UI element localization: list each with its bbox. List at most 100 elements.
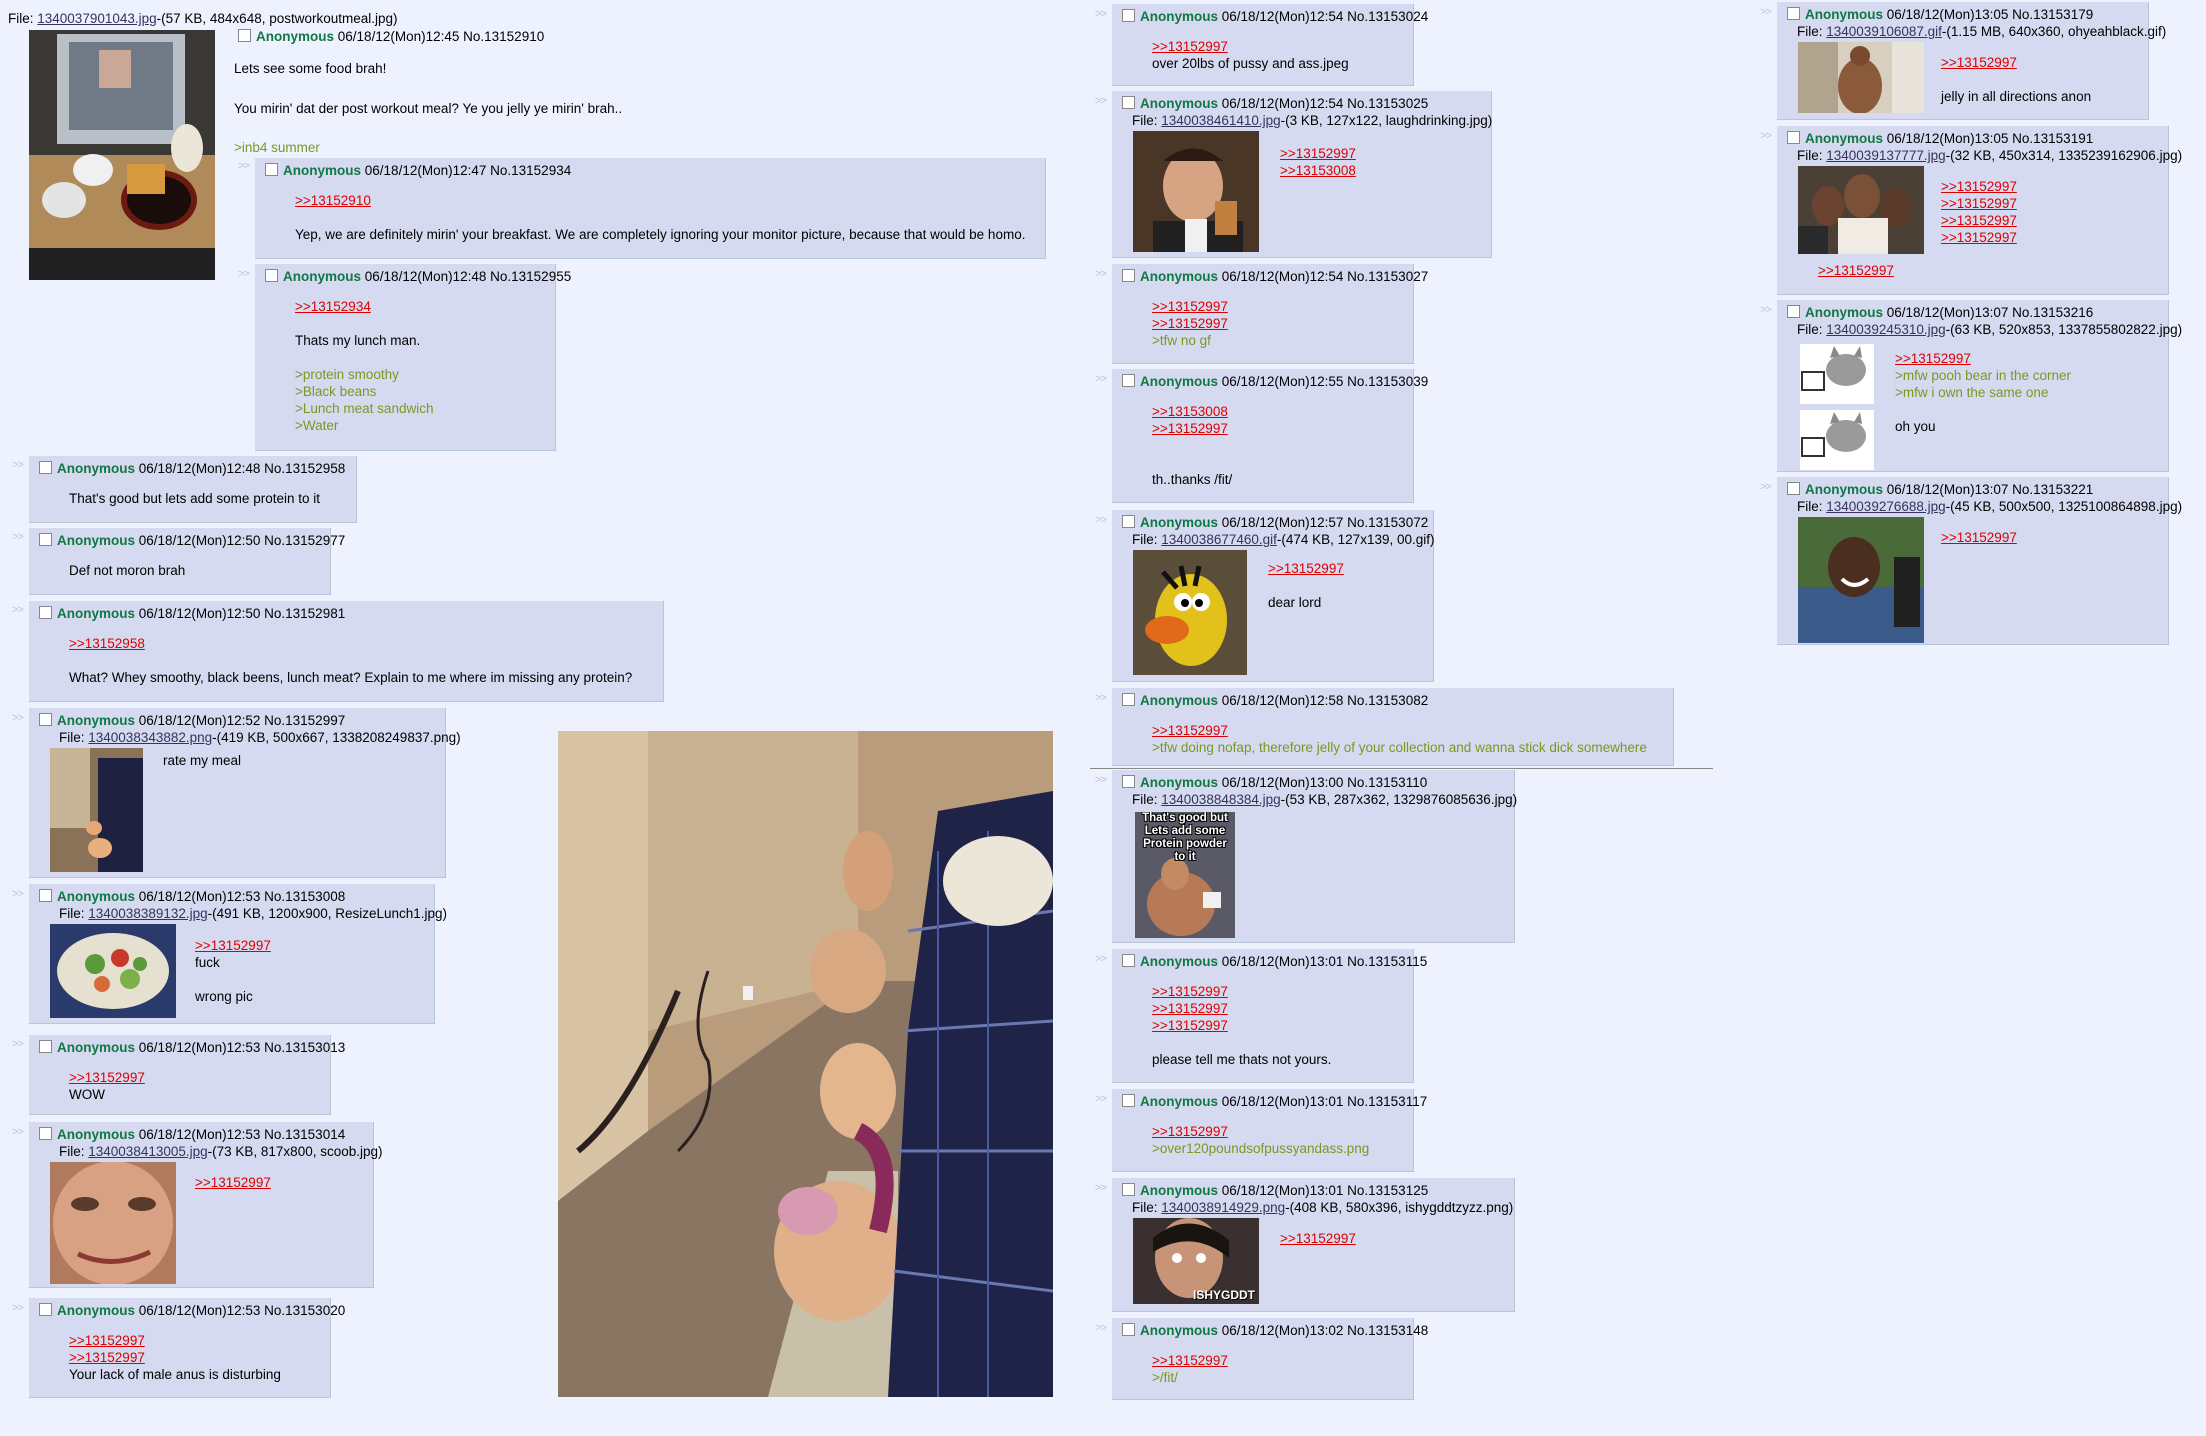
post-number[interactable]: No.13153115 xyxy=(1347,954,1427,969)
post-number[interactable]: No.13153013 xyxy=(264,1040,345,1055)
file-link[interactable]: 1340039245310.jpg xyxy=(1826,322,1945,337)
quote-link[interactable]: >>13152958 xyxy=(69,635,653,652)
post-number[interactable]: No.13153117 xyxy=(1347,1094,1427,1109)
post-checkbox[interactable] xyxy=(39,1127,52,1140)
expanded-image[interactable] xyxy=(558,731,1053,1397)
op-checkbox[interactable] xyxy=(238,29,251,42)
file-link[interactable]: 1340038461410.jpg xyxy=(1161,113,1280,128)
quote-link[interactable]: >>13152997 xyxy=(1152,298,1403,315)
post-thumbnail[interactable]: ISHYGDDT xyxy=(1133,1218,1259,1304)
quote-link[interactable]: >>13152997 xyxy=(1280,145,1356,162)
post-number[interactable]: No.13153025 xyxy=(1347,96,1428,111)
file-link[interactable]: 1340039106087.gif xyxy=(1826,24,1942,39)
post-checkbox[interactable] xyxy=(39,713,52,726)
post-number[interactable]: No.13153027 xyxy=(1347,269,1428,284)
post-number[interactable]: No.13153008 xyxy=(264,889,345,904)
post-number[interactable]: No.13153082 xyxy=(1347,693,1428,708)
quote-link[interactable]: >>13152997 xyxy=(1280,1230,1356,1247)
post-checkbox[interactable] xyxy=(1122,954,1135,967)
post-checkbox[interactable] xyxy=(39,606,52,619)
post-checkbox[interactable] xyxy=(1787,131,1800,144)
post-checkbox[interactable] xyxy=(1122,775,1135,788)
quote-link[interactable]: >>13152997 xyxy=(1941,229,2017,246)
post-thumbnail[interactable] xyxy=(50,924,176,1018)
quote-link[interactable]: >>13152997 xyxy=(1152,1123,1403,1140)
quote-link[interactable]: >>13152997 xyxy=(1818,262,1894,279)
file-link[interactable]: 1340039137777.jpg xyxy=(1826,148,1945,163)
post-thumbnail[interactable] xyxy=(1133,131,1259,252)
op-thumbnail[interactable] xyxy=(29,30,215,283)
post-number[interactable]: No.13152955 xyxy=(490,269,571,284)
post-number[interactable]: No.13153125 xyxy=(1347,1183,1428,1198)
file-link[interactable]: 1340038389132.jpg xyxy=(88,906,207,921)
quote-link[interactable]: >>13153008 xyxy=(1280,162,1356,179)
post-thumbnail[interactable] xyxy=(1798,42,1924,113)
post-number[interactable]: No.13153110 xyxy=(1347,775,1427,790)
post-checkbox[interactable] xyxy=(39,533,52,546)
file-link[interactable]: 1340038343882.png xyxy=(88,730,212,745)
post-number[interactable]: No.13153024 xyxy=(1347,9,1428,24)
quote-link[interactable]: >>13152997 xyxy=(1152,1017,1403,1034)
post-number[interactable]: No.13153072 xyxy=(1347,515,1428,530)
quote-link[interactable]: >>13152934 xyxy=(295,298,545,315)
quote-link[interactable]: >>13152997 xyxy=(1941,178,2017,195)
quote-link[interactable]: >>13152997 xyxy=(1268,560,1344,577)
post-thumbnail[interactable] xyxy=(1133,550,1247,675)
quote-link[interactable]: >>13152997 xyxy=(1152,722,1663,739)
post-number[interactable]: No.13153148 xyxy=(1347,1323,1428,1338)
post-checkbox[interactable] xyxy=(1787,7,1800,20)
post-number[interactable]: No.13153216 xyxy=(2012,305,2093,320)
post-checkbox[interactable] xyxy=(1122,693,1135,706)
post-number[interactable]: No.13152958 xyxy=(264,461,345,476)
post-checkbox[interactable] xyxy=(1122,9,1135,22)
post-number[interactable]: No.13153039 xyxy=(1347,374,1428,389)
file-link[interactable]: 1340038413005.jpg xyxy=(88,1144,207,1159)
post-number[interactable]: No.13153179 xyxy=(2012,7,2093,22)
post-checkbox[interactable] xyxy=(39,1303,52,1316)
post-number[interactable]: No.13152981 xyxy=(264,606,345,621)
file-link[interactable]: 1340038848384.jpg xyxy=(1161,792,1280,807)
quote-link[interactable]: >>13152997 xyxy=(69,1069,320,1086)
quote-link[interactable]: >>13152997 xyxy=(1152,420,1403,437)
quote-link[interactable]: >>13152997 xyxy=(1941,529,2017,546)
post-checkbox[interactable] xyxy=(39,1040,52,1053)
quote-link[interactable]: >>13152997 xyxy=(1895,350,2071,367)
post-number[interactable]: No.13152934 xyxy=(490,163,571,178)
post-checkbox[interactable] xyxy=(39,461,52,474)
post-thumbnail[interactable] xyxy=(1798,344,1876,470)
file-link[interactable]: 1340038914929.png xyxy=(1161,1200,1285,1215)
post-thumbnail[interactable] xyxy=(1798,166,1924,254)
post-thumbnail[interactable]: That's good but Lets add some Protein po… xyxy=(1135,812,1235,938)
file-link[interactable]: 1340039276688.jpg xyxy=(1826,499,1945,514)
quote-link[interactable]: >>13152997 xyxy=(1152,1352,1403,1369)
file-link[interactable]: 1340038677460.gif xyxy=(1161,532,1277,547)
post-checkbox[interactable] xyxy=(39,889,52,902)
post-number[interactable]: No.13153014 xyxy=(264,1127,345,1142)
quote-link[interactable]: >>13152997 xyxy=(1941,195,2017,212)
post-checkbox[interactable] xyxy=(1122,269,1135,282)
post-checkbox[interactable] xyxy=(1122,96,1135,109)
post-number[interactable]: No.13152977 xyxy=(264,533,345,548)
post-number[interactable]: No.13152997 xyxy=(264,713,345,728)
post-checkbox[interactable] xyxy=(1122,1094,1135,1107)
post-number[interactable]: No.13153191 xyxy=(2012,131,2093,146)
post-thumbnail[interactable] xyxy=(50,748,143,872)
post-checkbox[interactable] xyxy=(1122,1323,1135,1336)
post-number[interactable]: No.13152910 xyxy=(463,29,544,44)
post-checkbox[interactable] xyxy=(1122,374,1135,387)
quote-link[interactable]: >>13152997 xyxy=(1152,315,1403,332)
quote-link[interactable]: >>13152997 xyxy=(69,1332,320,1349)
op-file-link[interactable]: 1340037901043.jpg xyxy=(37,11,156,26)
quote-link[interactable]: >>13152910 xyxy=(295,192,1035,209)
post-checkbox[interactable] xyxy=(265,269,278,282)
post-number[interactable]: No.13153020 xyxy=(264,1303,345,1318)
quote-link[interactable]: >>13152997 xyxy=(1152,1000,1403,1017)
quote-link[interactable]: >>13152997 xyxy=(195,937,271,954)
post-checkbox[interactable] xyxy=(1122,1183,1135,1196)
post-checkbox[interactable] xyxy=(1787,305,1800,318)
quote-link[interactable]: >>13152997 xyxy=(1941,212,2017,229)
post-thumbnail[interactable] xyxy=(50,1162,176,1284)
quote-link[interactable]: >>13152997 xyxy=(195,1174,271,1191)
quote-link[interactable]: >>13152997 xyxy=(1152,983,1403,1000)
quote-link[interactable]: >>13153008 xyxy=(1152,403,1403,420)
